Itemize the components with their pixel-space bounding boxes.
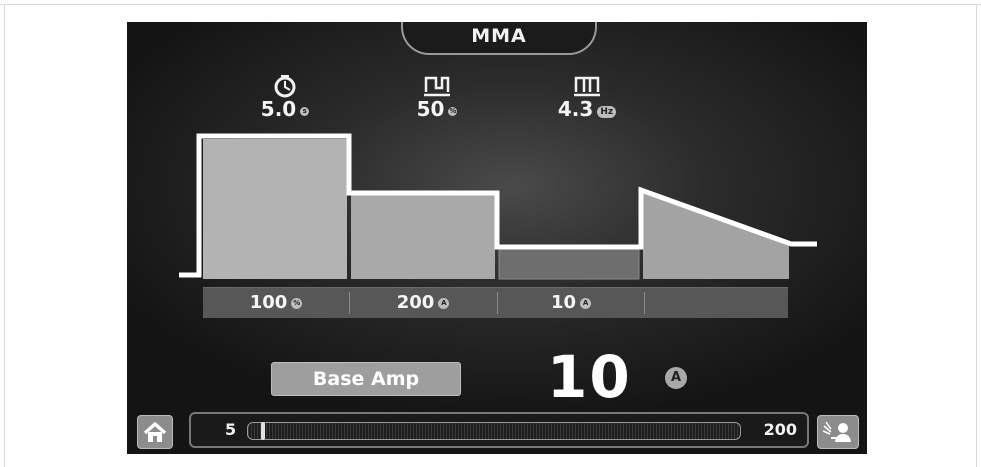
- segment-2-value[interactable]: 200 A: [350, 288, 496, 318]
- home-icon: [143, 422, 167, 442]
- slider-min-label: 5: [225, 420, 237, 439]
- welder-display: MMA 5.0 s 50% 4.3 Hz 100% 200 A 10 A Bas…: [127, 22, 867, 454]
- segment-1-number: 100: [249, 292, 288, 313]
- segment-3-number: 10: [550, 292, 577, 313]
- segment-3-value[interactable]: 10 A: [498, 288, 644, 318]
- slider-track[interactable]: [247, 422, 741, 440]
- segment-1-unit: %: [291, 297, 303, 309]
- waveform-segment-2[interactable]: [351, 195, 495, 279]
- home-button[interactable]: [137, 415, 173, 449]
- segment-2-number: 200: [396, 292, 435, 313]
- welding-mode-button[interactable]: [817, 415, 859, 449]
- slider-max-label: 200: [763, 420, 797, 439]
- selected-param-value: 10: [547, 343, 632, 411]
- selected-param-label[interactable]: Base Amp: [271, 362, 461, 396]
- segment-2-unit: A: [438, 297, 450, 309]
- waveform-segment-3[interactable]: [498, 248, 640, 280]
- selected-param-unit: A: [665, 367, 687, 389]
- slider-thumb[interactable]: [261, 422, 265, 440]
- waveform-segment-1[interactable]: [203, 139, 347, 279]
- welder-icon: [822, 421, 851, 442]
- segment-3-unit: A: [580, 297, 592, 309]
- amperage-slider[interactable]: 5 200: [189, 412, 809, 448]
- segment-4-value[interactable]: [645, 288, 788, 318]
- welding-waveform: [179, 133, 817, 280]
- segment-values-bar: 100% 200 A 10 A: [203, 287, 788, 318]
- segment-1-value[interactable]: 100%: [203, 288, 349, 318]
